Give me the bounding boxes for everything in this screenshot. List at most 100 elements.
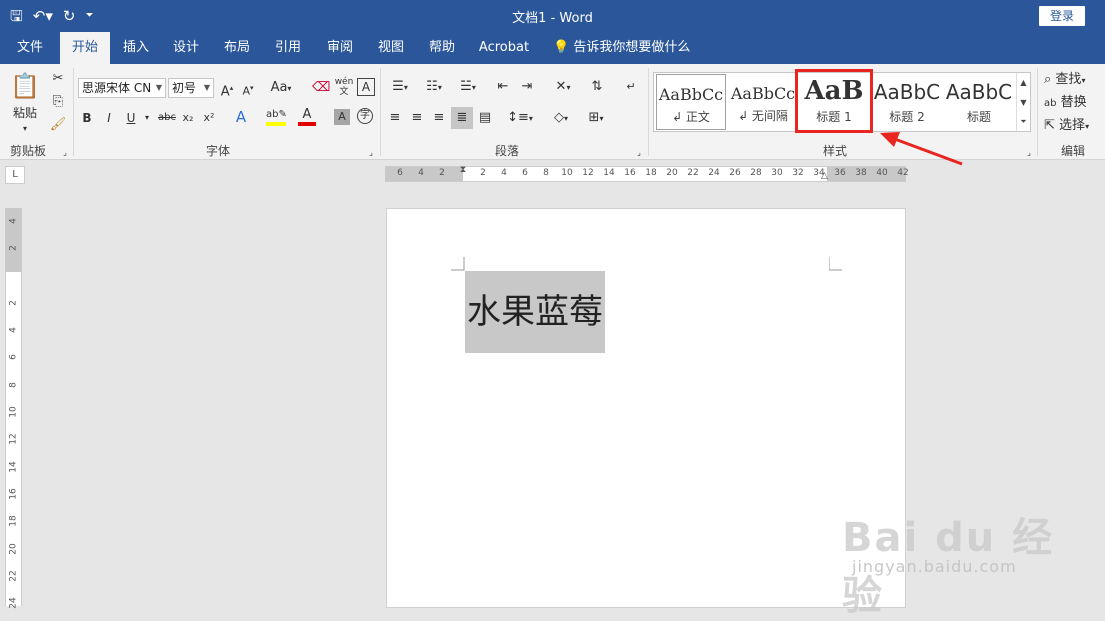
login-button[interactable]: 登录: [1039, 6, 1085, 26]
grow-font-icon[interactable]: A▴: [219, 79, 235, 101]
strikethrough-button[interactable]: abc: [156, 109, 178, 127]
decrease-indent-icon[interactable]: ⇤: [494, 78, 512, 96]
style-name: ↲ 正文: [672, 110, 710, 124]
styles-scroll-up-icon[interactable]: ▲: [1016, 73, 1030, 93]
ruler-tick-label: 12: [8, 433, 19, 445]
tell-me-text: 告诉我你想要做什么: [573, 40, 691, 55]
change-case-button[interactable]: Aa▾: [268, 79, 294, 98]
style-no-spacing[interactable]: AaBbCc ↲ 无间隔: [728, 74, 798, 130]
style-sample: AaBbC: [873, 80, 941, 104]
subscript-button[interactable]: x₂: [180, 109, 196, 127]
cut-icon[interactable]: ✂: [49, 70, 67, 88]
enclose-char-icon[interactable]: 字: [357, 108, 373, 124]
italic-button[interactable]: I: [102, 109, 116, 127]
tab-home[interactable]: 开始: [60, 32, 110, 64]
shading-icon[interactable]: ◇▾: [548, 109, 574, 128]
watermark-url: jingyan.baidu.com: [852, 557, 1017, 576]
multilevel-list-icon[interactable]: ☱▾: [454, 78, 482, 97]
superscript-button[interactable]: x²: [201, 109, 217, 127]
style-sample: AaBbCc: [658, 85, 724, 104]
style-normal[interactable]: AaBbCc ↲ 正文: [656, 74, 726, 130]
heading1-highlight-box: [795, 69, 873, 133]
font-name-combo[interactable]: 思源宋体 CN ▼: [78, 78, 166, 98]
tab-view[interactable]: 视图: [369, 32, 413, 64]
select-button[interactable]: ⇱ 选择▾: [1044, 117, 1102, 136]
text-effects-icon[interactable]: A: [232, 108, 250, 126]
align-right-icon[interactable]: ≡: [430, 109, 448, 127]
distributed-icon[interactable]: ▤: [476, 109, 494, 127]
ruler-tick-label: 6: [522, 168, 528, 178]
ruler-tick-label: 28: [750, 168, 762, 178]
borders-icon[interactable]: ⊞▾: [582, 109, 610, 128]
tab-review[interactable]: 审阅: [318, 32, 362, 64]
tab-design[interactable]: 设计: [164, 32, 208, 64]
ruler-tick-label: 6: [8, 354, 19, 360]
vertical-ruler[interactable]: 4 2 2 4 6 8 10 12 14 16 18 20 22 24: [5, 208, 22, 609]
ruler-tick-label: 4: [8, 327, 19, 333]
replace-button[interactable]: ab 替换: [1044, 94, 1100, 113]
font-name-value: 思源宋体 CN: [82, 81, 152, 95]
increase-indent-icon[interactable]: ⇥: [518, 78, 536, 96]
right-indent-marker-icon[interactable]: △: [821, 171, 831, 181]
style-sample: AaBbCc: [730, 84, 796, 103]
ruler-tick-label: 8: [8, 382, 19, 388]
change-case-label: Aa: [270, 80, 288, 95]
tab-selector[interactable]: L: [5, 166, 25, 184]
sort-icon[interactable]: ⇅: [588, 78, 606, 96]
app-name: Word: [559, 11, 593, 26]
align-center-icon[interactable]: ≡: [408, 109, 426, 127]
chevron-down-icon: ▼: [155, 83, 162, 92]
underline-dropdown-icon[interactable]: ▾: [142, 109, 152, 127]
ruler-tick-label: 36: [834, 168, 846, 178]
styles-scroll-down-icon[interactable]: ▼: [1016, 93, 1030, 113]
ruler-tick-label: 24: [8, 597, 19, 609]
clipboard-launcher-icon[interactable]: ⌟: [60, 144, 70, 162]
ruler-tick-label: 18: [645, 168, 657, 178]
lightbulb-icon: 💡: [553, 40, 570, 55]
font-size-combo[interactable]: 初号 ▼: [168, 78, 214, 98]
tab-file[interactable]: 文件: [8, 32, 52, 64]
char-shading-icon[interactable]: A: [334, 109, 350, 125]
indent-marker-icon[interactable]: ⧗: [457, 165, 469, 183]
align-left-icon[interactable]: ≡: [386, 109, 404, 127]
clear-format-icon[interactable]: ⌫: [312, 79, 330, 97]
justify-icon[interactable]: ≣: [451, 107, 473, 129]
tell-me-box[interactable]: 💡 告诉我你想要做什么: [553, 32, 690, 64]
copy-icon[interactable]: ⎘: [49, 93, 67, 111]
phonetic-guide-icon[interactable]: wén 文: [334, 77, 354, 97]
show-marks-icon[interactable]: ↵: [622, 78, 640, 96]
paste-icon[interactable]: 📋: [10, 72, 40, 100]
font-color-icon[interactable]: A: [298, 108, 316, 126]
tab-references[interactable]: 引用: [266, 32, 310, 64]
format-painter-icon[interactable]: 🖌: [49, 116, 67, 134]
shrink-font-icon[interactable]: A▾: [240, 79, 256, 101]
tab-insert[interactable]: 插入: [114, 32, 158, 64]
selected-document-text[interactable]: 水果蓝莓: [465, 271, 605, 353]
underline-button[interactable]: U: [124, 109, 138, 127]
bold-button[interactable]: B: [80, 109, 94, 127]
ruler-tick-label: 4: [501, 168, 507, 178]
numbering-icon[interactable]: ☷▾: [420, 78, 448, 97]
line-spacing-icon[interactable]: ↕≡▾: [506, 109, 534, 128]
paragraph-launcher-icon[interactable]: ⌟: [634, 144, 644, 162]
char-border-icon[interactable]: A: [357, 78, 375, 96]
tab-help[interactable]: 帮助: [420, 32, 464, 64]
bullets-icon[interactable]: ☰▾: [386, 78, 414, 97]
horizontal-ruler[interactable]: 6 4 2 2 4 6 8 10 12 14 16 18 20 22 24 26 28 30 32 34 36 38 40 4…: [385, 165, 909, 183]
tab-layout[interactable]: 布局: [215, 32, 259, 64]
window-title: 文档1 - Word: [0, 7, 1105, 26]
ruler-tick-label: 4: [8, 218, 19, 224]
styles-more-icon[interactable]: ⏷: [1016, 113, 1030, 131]
document-name: 文档1: [512, 11, 547, 26]
highlight-icon[interactable]: ab✎: [266, 108, 287, 126]
chevron-down-icon: ▼: [203, 83, 210, 92]
font-launcher-icon[interactable]: ⌟: [366, 144, 376, 162]
paste-dropdown-icon[interactable]: ▾: [20, 120, 30, 138]
chinese-layout-icon[interactable]: ✕▾: [550, 78, 576, 97]
styles-launcher-icon[interactable]: ⌟: [1024, 144, 1034, 162]
document-page[interactable]: 水果蓝莓: [386, 208, 906, 608]
tab-acrobat[interactable]: Acrobat: [474, 32, 534, 64]
style-sample: AaBbC: [945, 80, 1013, 104]
find-button[interactable]: ⌕ 查找▾: [1044, 71, 1100, 90]
styles-group-label: 样式: [822, 144, 847, 158]
